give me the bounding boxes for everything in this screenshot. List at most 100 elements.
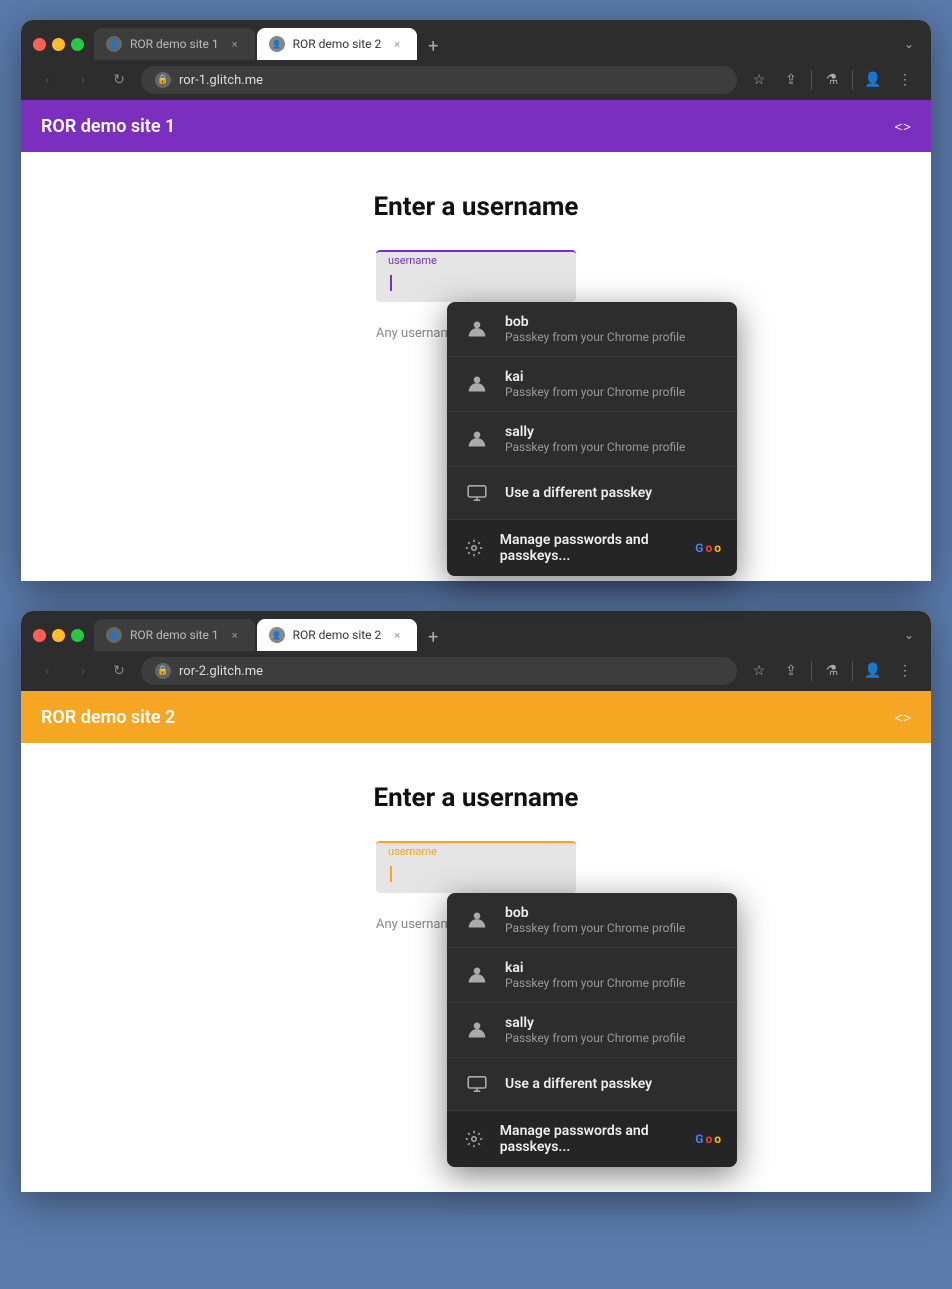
traffic-lights-1 — [29, 34, 92, 55]
url-text-1: ror-1.glitch.me — [179, 73, 723, 88]
use-different-passkey-1[interactable]: Use a different passkey — [447, 467, 737, 520]
tab-title-2b: ROR demo site 2 — [293, 628, 382, 642]
profile-icon-2[interactable]: 👤 — [859, 657, 887, 685]
share-icon-2[interactable]: ⇪ — [777, 657, 805, 685]
tab-ror-demo-site-1[interactable]: 👤 ROR demo site 1 × — [94, 28, 255, 60]
more-menu-1[interactable]: ⋮ — [891, 66, 919, 94]
sally-info-1: sally Passkey from your Chrome profile — [505, 424, 685, 454]
new-tab-button-1[interactable]: + — [419, 32, 447, 60]
manage-passkeys-2[interactable]: Manage passwords and passkeys... G o o — [447, 1111, 737, 1167]
google-password-icon-1: G o o — [695, 541, 721, 555]
site-header-2: ROR demo site 2 <> — [21, 691, 931, 743]
browser-window-1: 👤 ROR demo site 1 × 👤 ROR demo site 2 × … — [21, 20, 931, 581]
passkey-option-bob-2[interactable]: bob Passkey from your Chrome profile — [447, 893, 737, 948]
toolbar-icons-2: ☆ ⇪ ⚗ 👤 ⋮ — [745, 657, 919, 685]
beaker-icon-2[interactable]: ⚗ — [818, 657, 846, 685]
new-tab-button-2[interactable]: + — [419, 623, 447, 651]
person-icon-bob-2 — [463, 906, 491, 934]
username-field-2[interactable]: username — [376, 841, 576, 893]
passkey-option-sally-2[interactable]: sally Passkey from your Chrome profile — [447, 1003, 737, 1058]
maximize-button[interactable] — [71, 38, 84, 51]
username-field-1[interactable]: username — [376, 250, 576, 302]
profile-icon-1[interactable]: 👤 — [859, 66, 887, 94]
close-button[interactable] — [33, 38, 46, 51]
browser-chrome-1: 👤 ROR demo site 1 × 👤 ROR demo site 2 × … — [21, 20, 931, 100]
reload-button-1[interactable]: ↻ — [105, 66, 133, 94]
use-different-passkey-2[interactable]: Use a different passkey — [447, 1058, 737, 1111]
maximize-button-2[interactable] — [71, 629, 84, 642]
url-bar-2[interactable]: 🔒 ror-2.glitch.me — [141, 657, 737, 685]
kai-name-2: kai — [505, 960, 685, 976]
username-section-2: username bob Passkey from your Chrome pr… — [41, 841, 911, 932]
site-title-1: ROR demo site 1 — [41, 116, 175, 137]
beaker-icon-1[interactable]: ⚗ — [818, 66, 846, 94]
star-icon-2[interactable]: ☆ — [745, 657, 773, 685]
sally-sub-2: Passkey from your Chrome profile — [505, 1031, 685, 1045]
address-bar-2: ‹ › ↻ 🔒 ror-2.glitch.me ☆ ⇪ ⚗ 👤 ⋮ — [21, 651, 931, 691]
toolbar-icons-1: ☆ ⇪ ⚗ 👤 ⋮ — [745, 66, 919, 94]
star-icon-1[interactable]: ☆ — [745, 66, 773, 94]
username-input-container-2: username — [376, 841, 576, 893]
bob-name-1: bob — [505, 314, 685, 330]
person-icon-sally-2 — [463, 1016, 491, 1044]
passkey-option-kai-1[interactable]: kai Passkey from your Chrome profile — [447, 357, 737, 412]
url-security-icon-1: 🔒 — [155, 72, 171, 88]
minimize-button[interactable] — [52, 38, 65, 51]
monitor-icon-2 — [463, 1070, 491, 1098]
username-floating-label-1: username — [388, 254, 437, 267]
more-menu-2[interactable]: ⋮ — [891, 657, 919, 685]
username-input-container-1: username — [376, 250, 576, 302]
person-icon-kai-1 — [463, 370, 491, 398]
tab-ror-demo-site-1-b[interactable]: 👤 ROR demo site 1 × — [94, 619, 255, 651]
forward-button-1[interactable]: › — [69, 66, 97, 94]
forward-button-2[interactable]: › — [69, 657, 97, 685]
code-icon-1: <> — [895, 117, 911, 136]
toolbar-divider-2b — [852, 661, 853, 681]
passkey-option-kai-2[interactable]: kai Passkey from your Chrome profile — [447, 948, 737, 1003]
sally-sub-1: Passkey from your Chrome profile — [505, 440, 685, 454]
tab-ror-demo-site-2-b[interactable]: 👤 ROR demo site 2 × — [257, 619, 418, 651]
tab-ror-demo-site-2-active[interactable]: 👤 ROR demo site 2 × — [257, 28, 418, 60]
page-heading-2: Enter a username — [41, 783, 911, 813]
manage-passkeys-label-2: Manage passwords and passkeys... — [500, 1123, 681, 1155]
person-icon-bob-1 — [463, 315, 491, 343]
tab-close-2[interactable]: × — [389, 36, 405, 52]
tab-close-1[interactable]: × — [227, 36, 243, 52]
tab-title-2: ROR demo site 2 — [293, 37, 382, 51]
kai-info-2: kai Passkey from your Chrome profile — [505, 960, 685, 990]
back-button-2[interactable]: ‹ — [33, 657, 61, 685]
use-different-passkey-label-1: Use a different passkey — [505, 485, 652, 501]
share-icon-1[interactable]: ⇪ — [777, 66, 805, 94]
url-bar-1[interactable]: 🔒 ror-1.glitch.me — [141, 66, 737, 94]
tabs-1: 👤 ROR demo site 1 × 👤 ROR demo site 2 × … — [94, 28, 893, 60]
bob-sub-1: Passkey from your Chrome profile — [505, 330, 685, 344]
browser-chrome-2: 👤 ROR demo site 1 × 👤 ROR demo site 2 × … — [21, 611, 931, 691]
person-icon-sally-1 — [463, 425, 491, 453]
tab-overflow-1[interactable]: ⌄ — [895, 30, 923, 58]
passkey-option-sally-1[interactable]: sally Passkey from your Chrome profile — [447, 412, 737, 467]
bob-sub-2: Passkey from your Chrome profile — [505, 921, 685, 935]
use-different-passkey-label-2: Use a different passkey — [505, 1076, 652, 1092]
address-bar-1: ‹ › ↻ 🔒 ror-1.glitch.me ☆ ⇪ ⚗ 👤 ⋮ — [21, 60, 931, 100]
toolbar-divider-1a — [811, 70, 812, 90]
reload-button-2[interactable]: ↻ — [105, 657, 133, 685]
kai-name-1: kai — [505, 369, 685, 385]
tab-bar-1: 👤 ROR demo site 1 × 👤 ROR demo site 2 × … — [21, 20, 931, 60]
tab-favicon-2a: 👤 — [106, 627, 122, 643]
tab-close-2b[interactable]: × — [389, 627, 405, 643]
site-content-1: Enter a username username — [21, 152, 931, 581]
tab-close-2a[interactable]: × — [227, 627, 243, 643]
url-text-2: ror-2.glitch.me — [179, 664, 723, 679]
username-section-1: username bob Passkey from your Chrome pr… — [41, 250, 911, 341]
close-button-2[interactable] — [33, 629, 46, 642]
tab-overflow-2[interactable]: ⌄ — [895, 621, 923, 649]
kai-sub-2: Passkey from your Chrome profile — [505, 976, 685, 990]
kai-sub-1: Passkey from your Chrome profile — [505, 385, 685, 399]
text-cursor-2 — [390, 866, 392, 882]
back-button-1[interactable]: ‹ — [33, 66, 61, 94]
text-cursor-1 — [390, 275, 392, 291]
passkey-option-bob-1[interactable]: bob Passkey from your Chrome profile — [447, 302, 737, 357]
sally-name-1: sally — [505, 424, 685, 440]
minimize-button-2[interactable] — [52, 629, 65, 642]
manage-passkeys-1[interactable]: Manage passwords and passkeys... G o o — [447, 520, 737, 576]
